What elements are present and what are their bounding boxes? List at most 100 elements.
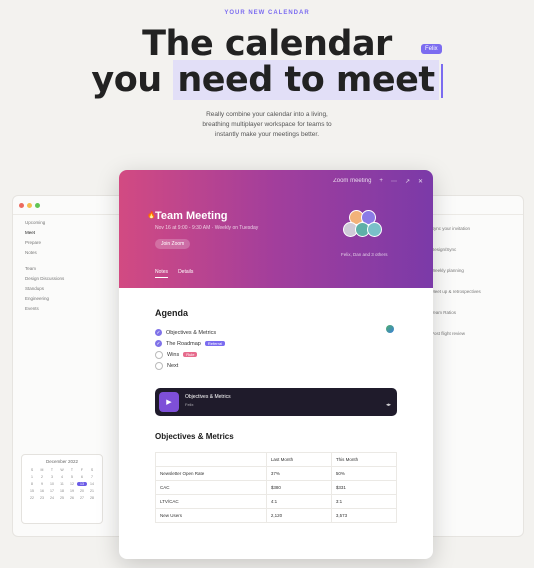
sidebar-item[interactable]: Engineering — [19, 294, 99, 304]
calendar-day[interactable]: 3 — [47, 475, 57, 479]
agenda-item[interactable]: Next — [155, 360, 401, 371]
mini-calendar-title: December 2022 — [45, 459, 79, 464]
calendar-day[interactable]: 28 — [87, 496, 97, 500]
calendar-day[interactable]: 10 — [47, 482, 57, 486]
hero-heading: The calendar you need to meet — [0, 26, 534, 100]
sidebar-item[interactable]: Prepare — [19, 238, 99, 248]
checkbox[interactable] — [155, 350, 163, 359]
calendar-day[interactable]: 2 — [37, 475, 47, 479]
calendar-day[interactable]: 22 — [27, 496, 37, 500]
mini-calendar-grid: S M T W T F S 1 2 3 4 5 6 7 8 9 10 11 12 13 14 15 16 17 18 19 20 21… — [27, 468, 97, 500]
mini-calendar: December 2022 S M T W T F S 1 2 3 4 5 6 7 8 9 10 11 12 13 14… — [21, 454, 103, 524]
event-item[interactable]: Meet up & retrospectives — [431, 289, 517, 295]
calendar-day[interactable]: 25 — [57, 496, 67, 500]
sidebar-item[interactable]: Design Discussions — [19, 274, 99, 284]
agenda-title: Agenda — [155, 308, 189, 318]
calendar-day[interactable]: 13 — [77, 482, 87, 486]
agenda-item-text: Wins — [167, 351, 180, 358]
calendar-day[interactable]: 9 — [37, 482, 47, 486]
eyebrow-label: YOUR NEW CALENDAR — [224, 10, 310, 16]
calendar-day[interactable]: 27 — [77, 496, 87, 500]
table-cell: $331 — [330, 480, 398, 495]
table-cell: $380 — [265, 480, 332, 495]
calendar-day[interactable]: 17 — [47, 489, 57, 493]
join-zoom-button[interactable]: Join Zoom — [155, 239, 191, 249]
table-cell: CAC — [155, 480, 267, 495]
table-cell — [155, 452, 267, 467]
calendar-day[interactable]: 15 — [27, 489, 37, 493]
close-icon[interactable]: ✕ — [418, 178, 423, 185]
event-item[interactable]: Design/Sync — [431, 247, 517, 253]
check-icon[interactable]: ✓ — [155, 329, 162, 336]
media-player[interactable]: ▶ Objectives & Metrics Felix ◂▸ — [155, 388, 397, 416]
calendar-day[interactable]: F — [77, 468, 87, 472]
calendar-day[interactable]: 8 — [27, 482, 37, 486]
table-cell: LTV/CAC — [155, 494, 267, 509]
more-icon[interactable]: ⋯ — [391, 178, 397, 185]
collab-tag: Referral — [204, 341, 226, 346]
sidebar-item[interactable]: Team — [19, 264, 99, 274]
agenda-item[interactable]: ✓ The Roadmap Referral — [155, 338, 401, 349]
sidebar-item-active[interactable]: Meet — [19, 228, 99, 238]
tab-notes[interactable]: Notes — [155, 269, 169, 278]
meeting-meta: Nov 16 at 9:00 - 9:30 AM · Weekly on Tue… — [155, 225, 259, 231]
tab-details[interactable]: Details — [178, 269, 193, 278]
play-icon[interactable]: ▶ — [159, 392, 179, 412]
calendar-day[interactable]: T — [67, 468, 77, 472]
maximize-dot[interactable] — [35, 202, 40, 208]
calendar-day[interactable]: 5 — [67, 475, 77, 479]
table-row: New Users 2,120 3,573 — [155, 508, 398, 523]
card-toolbar: Zoom meeting + ⋯ ↗ ✕ — [333, 178, 423, 185]
event-item[interactable]: Sync your invitation — [431, 226, 517, 232]
event-item[interactable]: Post flight review — [431, 331, 517, 337]
hero-heading-word: you — [91, 60, 162, 100]
calendar-day[interactable]: 18 — [57, 489, 67, 493]
calendar-day[interactable]: 23 — [37, 496, 47, 500]
checkbox[interactable] — [155, 361, 163, 370]
player-subtitle: Felix — [185, 402, 194, 407]
calendar-day[interactable]: 16 — [37, 489, 47, 493]
event-item[interactable]: Team Ratios — [431, 310, 517, 316]
table-cell: New Users — [155, 508, 267, 523]
expand-icon[interactable]: ↗ — [405, 178, 410, 185]
zoom-meeting-label[interactable]: Zoom meeting — [333, 178, 371, 185]
table-cell: 2,120 — [265, 508, 332, 523]
sidebar-item[interactable]: Notes — [19, 248, 99, 258]
add-icon[interactable]: + — [379, 178, 383, 185]
attendees-label: Felix, Dan and 3 others — [341, 252, 388, 257]
calendar-day[interactable]: 6 — [77, 475, 87, 479]
calendar-day[interactable]: T — [47, 468, 57, 472]
calendar-day[interactable]: 21 — [87, 489, 97, 493]
table-cell: 50% — [330, 466, 398, 481]
hero-highlight: need to meet — [173, 60, 439, 100]
calendar-day[interactable]: S — [27, 468, 37, 472]
calendar-day[interactable]: 19 — [67, 489, 77, 493]
agenda-item[interactable]: ✓ Objectives & Metrics — [155, 327, 401, 338]
sidebar-item[interactable]: Standups — [19, 284, 99, 294]
cursor-name-tag: Felix — [421, 44, 442, 54]
avatar — [367, 222, 382, 237]
hero-subtitle: Really combine your calendar into a livi… — [0, 110, 534, 140]
close-dot[interactable] — [19, 202, 24, 208]
calendar-day[interactable]: 11 — [57, 482, 67, 486]
calendar-day[interactable]: M — [37, 468, 47, 472]
calendar-day[interactable]: 24 — [47, 496, 57, 500]
calendar-day[interactable]: W — [57, 468, 67, 472]
agenda-item[interactable]: Wins Rule — [155, 349, 401, 360]
meeting-header: Zoom meeting + ⋯ ↗ ✕ 🔥 Team Meeting Nov … — [119, 170, 433, 288]
player-controls[interactable]: ◂▸ — [386, 402, 391, 408]
calendar-day[interactable]: 1 — [27, 475, 37, 479]
calendar-day[interactable]: 4 — [57, 475, 67, 479]
sidebar-item[interactable]: Upcoming — [19, 218, 99, 228]
calendar-day[interactable]: 7 — [87, 475, 97, 479]
event-item[interactable]: Weekly planning — [431, 268, 517, 274]
minimize-dot[interactable] — [27, 202, 32, 208]
calendar-day[interactable]: S — [87, 468, 97, 472]
calendar-day[interactable]: 26 — [67, 496, 77, 500]
calendar-day[interactable]: 14 — [87, 482, 97, 486]
calendar-day[interactable]: 12 — [67, 482, 77, 486]
attendee-avatars[interactable] — [341, 210, 391, 240]
calendar-day[interactable]: 20 — [77, 489, 87, 493]
sidebar-item[interactable]: Events — [19, 304, 99, 314]
check-icon[interactable]: ✓ — [155, 340, 162, 347]
